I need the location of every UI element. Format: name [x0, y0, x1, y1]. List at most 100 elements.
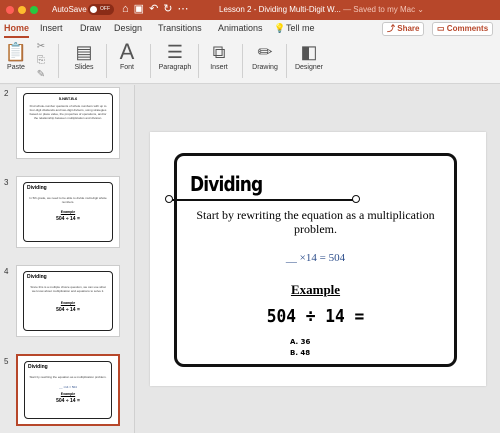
save-icon[interactable]: ▣ [134, 3, 144, 16]
comments-button[interactable]: ▭ Comments [432, 22, 494, 36]
slide-editor-canvas[interactable]: Dividing Start by rewriting the equation… [136, 85, 500, 433]
tab-transitions[interactable]: Transitions [158, 23, 202, 33]
thumbnail-title: Dividing [27, 274, 47, 280]
paste-label: Paste [7, 64, 25, 71]
thumbnail-title: Dividing [28, 364, 48, 370]
slide-thumbnail-5[interactable]: Dividing Start by rewriting the equation… [16, 354, 120, 426]
slide-thumbnail-4[interactable]: Dividing Since this is a multiple choice… [16, 265, 120, 337]
paragraph-icon: ☰ [166, 42, 184, 62]
thumbnail-text: Start by rewriting the equation as a mul… [29, 375, 107, 379]
saved-status: — Saved to my Mac ⌄ [343, 5, 425, 14]
current-slide[interactable]: Dividing Start by rewriting the equation… [150, 132, 486, 386]
tab-insert[interactable]: Insert [40, 23, 63, 33]
slides-icon: ▤ [75, 42, 93, 62]
thumbnail-example: Example [60, 210, 76, 214]
thumbnail-example: Example [60, 301, 76, 305]
thumbnail-card: Dividing In 5th grade, we need to be abl… [23, 182, 113, 242]
tab-draw[interactable]: Draw [80, 23, 101, 33]
redo-icon[interactable]: ↻ [163, 3, 172, 16]
line-handle-right[interactable] [352, 195, 360, 203]
example-heading[interactable]: Example [177, 282, 454, 298]
thumbnail-number: 5 [4, 357, 9, 366]
share-icon: ⤴ [387, 24, 395, 33]
autosave-label: AutoSave [52, 5, 87, 14]
format-painter-icon[interactable]: ✎ [32, 68, 50, 82]
thumbnail-math: 504 ÷ 14 = [56, 216, 80, 222]
thumbnail-title: 5.NBT.B.6 [58, 96, 78, 101]
divider [198, 44, 199, 78]
answer-option-b[interactable]: B. 48 [290, 349, 310, 357]
thumbnail-equation: __ ×14 = 504 [59, 385, 77, 389]
zoom-window-button[interactable] [30, 6, 38, 14]
slides-label: Slides [74, 64, 94, 71]
thumbnail-number: 4 [4, 267, 9, 276]
thumbnail-title: Dividing [27, 185, 47, 191]
font-button[interactable]: A Font [112, 39, 142, 72]
insert-shapes-icon: ⧉ [212, 42, 226, 62]
thumbnail-number: 3 [4, 178, 9, 187]
drawing-button[interactable]: ✏ Drawing [248, 40, 282, 71]
thumbnail-example: Example [60, 392, 76, 396]
clipboard-icon: 📋 [4, 42, 28, 62]
divider [242, 44, 243, 78]
copy-icon[interactable]: ⎘ [32, 54, 50, 68]
thumbnail-math: 504 ÷ 14 = [56, 307, 80, 313]
tab-animations[interactable]: Animations [218, 23, 263, 33]
window-controls [6, 6, 38, 14]
ribbon-tabs: Home Insert Draw Design Transitions Anim… [0, 20, 500, 38]
tab-home[interactable]: Home [4, 23, 30, 38]
thumbnail-number: 2 [4, 89, 9, 98]
font-label: Font [119, 64, 134, 71]
thumbnail-text: Since this is a multiple choice question… [30, 285, 106, 293]
lightbulb-icon: 💡 [274, 23, 286, 33]
clipboard-tools: ✂ ⎘ ✎ [32, 40, 50, 82]
paste-button[interactable]: 📋 Paste [4, 40, 28, 71]
slide-equation[interactable]: __ ×14 = 504 [177, 252, 454, 264]
line-handle-left[interactable] [165, 195, 173, 203]
slide-frame: Dividing Start by rewriting the equation… [165, 153, 457, 367]
answer-option-a[interactable]: A. 36 [290, 338, 310, 346]
designer-icon: ◧ [300, 42, 318, 62]
title-underline[interactable] [170, 199, 356, 201]
minimize-window-button[interactable] [18, 6, 26, 14]
comments-label: Comments [446, 24, 489, 33]
tab-design[interactable]: Design [114, 23, 142, 33]
drawing-icon: ✏ [257, 42, 273, 62]
more-icon[interactable]: ⋯ [178, 3, 189, 16]
autosave-toggle[interactable]: OFF [88, 4, 114, 15]
tell-me-search[interactable]: Tell me [286, 23, 315, 33]
designer-label: Designer [294, 64, 323, 71]
document-title: Lesson 2 - Dividing Multi-Digit W... — S… [219, 5, 424, 14]
slides-button[interactable]: ▤ Slides [66, 40, 102, 71]
home-icon[interactable]: ⌂ [122, 3, 129, 16]
paragraph-button[interactable]: ☰ Paragraph [156, 40, 194, 71]
thumbnail-card: Dividing Start by rewriting the equation… [24, 361, 112, 419]
slide-thumbnail-3[interactable]: Dividing In 5th grade, we need to be abl… [16, 176, 120, 248]
thumbnail-text: In 5th grade, we need to be able to divi… [29, 196, 107, 204]
thumbnail-text: Find whole-number quotients of whole num… [29, 104, 107, 120]
share-label: Share [397, 24, 420, 33]
thumbnail-card: Dividing Since this is a multiple choice… [23, 271, 113, 331]
quick-access-toolbar: ⌂ ▣ ↶ ↻ ⋯ [122, 3, 189, 16]
share-button[interactable]: ⤴ Share [382, 22, 425, 36]
thumbnail-card: 5.NBT.B.6 Find whole-number quotients of… [23, 93, 113, 153]
divider [106, 44, 107, 78]
divider [150, 44, 151, 78]
slide-thumbnail-pane[interactable]: 2 5.NBT.B.6 Find whole-number quotients … [0, 85, 135, 433]
division-problem[interactable]: 504 ÷ 14 = [191, 306, 440, 327]
cut-icon[interactable]: ✂ [32, 40, 50, 54]
font-icon: A [119, 39, 135, 64]
designer-button[interactable]: ◧ Designer [292, 40, 326, 71]
insert-button[interactable]: ⧉ Insert [204, 40, 234, 71]
comment-icon: ▭ [437, 24, 445, 33]
slide-body-text[interactable]: Start by rewriting the equation as a mul… [185, 208, 446, 236]
close-window-button[interactable] [6, 6, 14, 14]
slide-thumbnail-2[interactable]: 5.NBT.B.6 Find whole-number quotients of… [16, 87, 120, 159]
drawing-label: Drawing [252, 64, 278, 71]
ribbon: 📋 Paste ✂ ⎘ ✎ ▤ Slides A Font ☰ Paragrap… [0, 38, 500, 84]
divider [286, 44, 287, 78]
undo-icon[interactable]: ↶ [149, 3, 158, 16]
slide-title[interactable]: Dividing [190, 172, 263, 196]
document-name: Lesson 2 - Dividing Multi-Digit W... [219, 5, 341, 14]
title-bar: AutoSave OFF ⌂ ▣ ↶ ↻ ⋯ Lesson 2 - Dividi… [0, 0, 500, 20]
